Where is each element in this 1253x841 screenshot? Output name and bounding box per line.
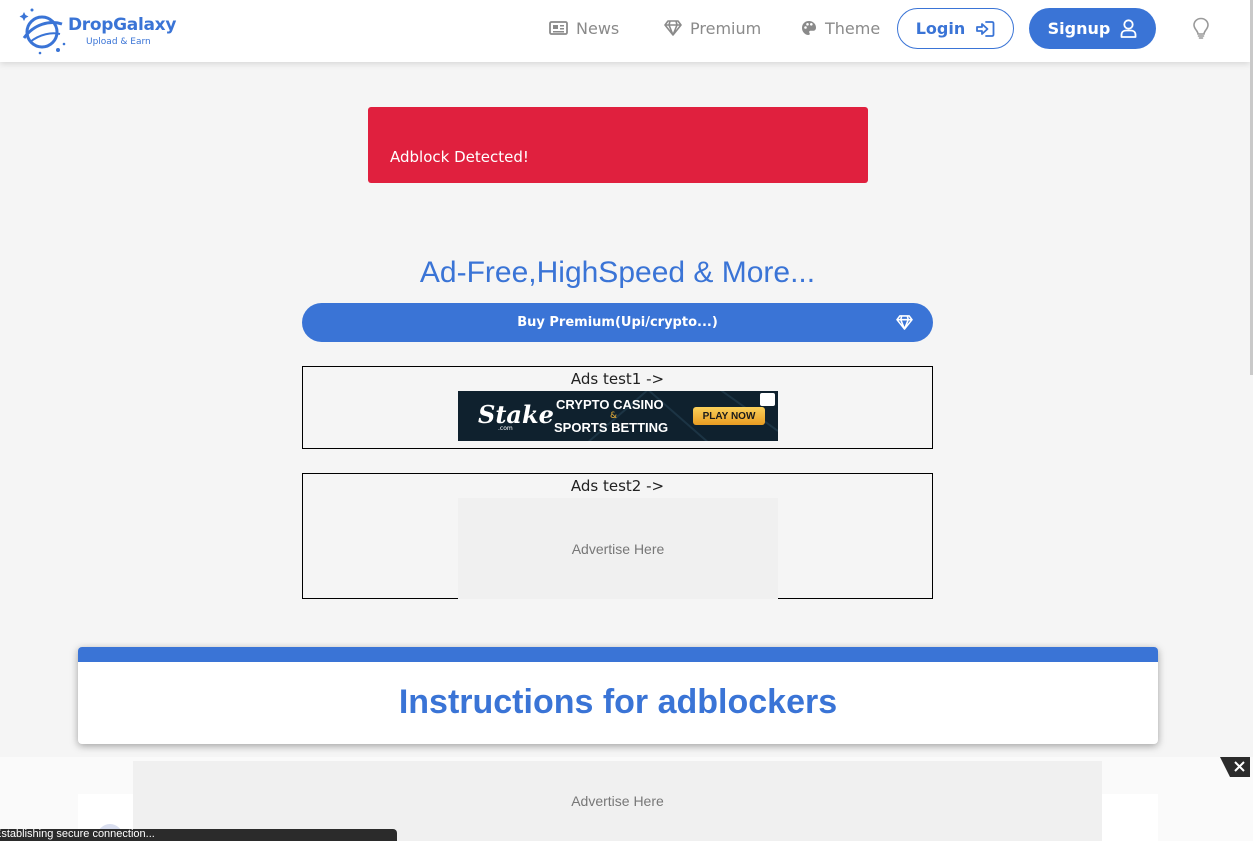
login-button[interactable]: Login [897, 8, 1014, 49]
nav-premium[interactable]: Premium [664, 17, 761, 39]
nav-theme-label: Theme [825, 18, 881, 38]
close-icon[interactable] [1220, 757, 1250, 777]
ad-slot-1-label: Ads test1 -> [570, 370, 665, 388]
ad-slot-1: Ads test1 -> Stake .com CRYPTO CASINO & … [302, 366, 933, 449]
adblock-alert-text: Adblock Detected! [390, 148, 529, 166]
browser-status-bar: Establishing secure connection... [0, 829, 397, 841]
premium-headline: Ad-Free,HighSpeed & More... [419, 256, 816, 289]
user-icon [1120, 19, 1137, 38]
nav-theme[interactable]: Theme [801, 17, 880, 39]
lightbulb-icon[interactable] [1192, 17, 1210, 39]
galaxy-logo-icon [19, 8, 66, 55]
instructions-title: Instructions for adblockers [398, 683, 838, 721]
palette-icon [802, 21, 816, 35]
signup-label: Signup [1047, 19, 1111, 38]
status-text: Establishing secure connection... [0, 829, 155, 840]
top-navbar: DropGalaxy Upload & Earn News Premium Th… [0, 0, 1250, 62]
newspaper-icon [549, 21, 568, 35]
login-label: Login [915, 19, 966, 38]
ad-slot-2-label: Ads test2 -> [570, 477, 665, 495]
signup-button[interactable]: Signup [1029, 8, 1156, 49]
sign-in-icon [976, 20, 995, 37]
nav-premium-label: Premium [690, 18, 762, 38]
ad-choices-icon[interactable] [760, 393, 775, 406]
diamond-icon [664, 20, 682, 36]
brand-tagline: Upload & Earn [86, 37, 151, 47]
brand-logo[interactable]: DropGalaxy Upload & Earn [18, 4, 178, 56]
instructions-card-accent [78, 647, 1158, 662]
banner-line-2: SPORTS BETTING [554, 420, 669, 435]
stake-logo: Stake [478, 400, 554, 429]
stake-banner-ad[interactable]: Stake .com CRYPTO CASINO & SPORTS BETTIN… [458, 391, 778, 441]
stake-domain: .com [498, 425, 513, 432]
diamond-icon [896, 315, 913, 330]
nav-news[interactable]: News [549, 17, 619, 39]
play-now-button[interactable]: PLAY NOW [693, 407, 765, 425]
buy-premium-button[interactable]: Buy Premium(Upi/crypto...) [302, 303, 933, 342]
ad-slot-2: Ads test2 -> Advertise Here [302, 473, 933, 599]
brand-name: DropGalaxy [68, 15, 177, 35]
nav-news-label: News [576, 18, 620, 38]
buy-premium-label: Buy Premium(Upi/crypto...) [517, 315, 718, 330]
adblock-alert: Adblock Detected! [368, 107, 868, 183]
banner-line-1: CRYPTO CASINO [556, 397, 664, 412]
instructions-card: Instructions for adblockers [78, 647, 1158, 744]
advertise-here-placeholder[interactable]: Advertise Here [458, 498, 778, 599]
